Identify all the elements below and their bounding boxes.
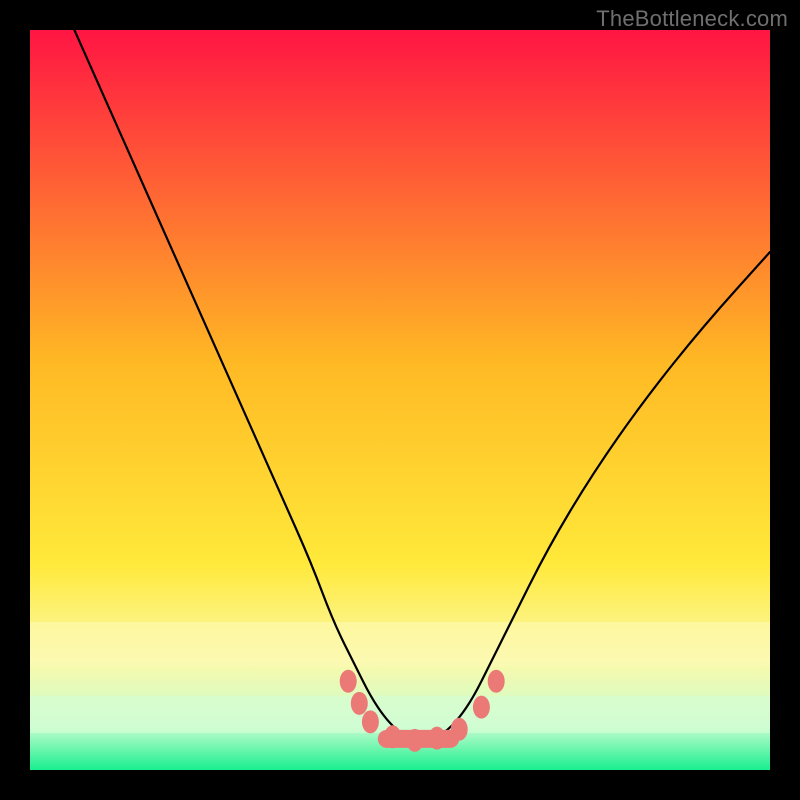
chart-frame: TheBottleneck.com — [0, 0, 800, 800]
chart-plot-area — [30, 30, 770, 770]
chart-svg — [30, 30, 770, 770]
watermark-text: TheBottleneck.com — [596, 6, 788, 32]
